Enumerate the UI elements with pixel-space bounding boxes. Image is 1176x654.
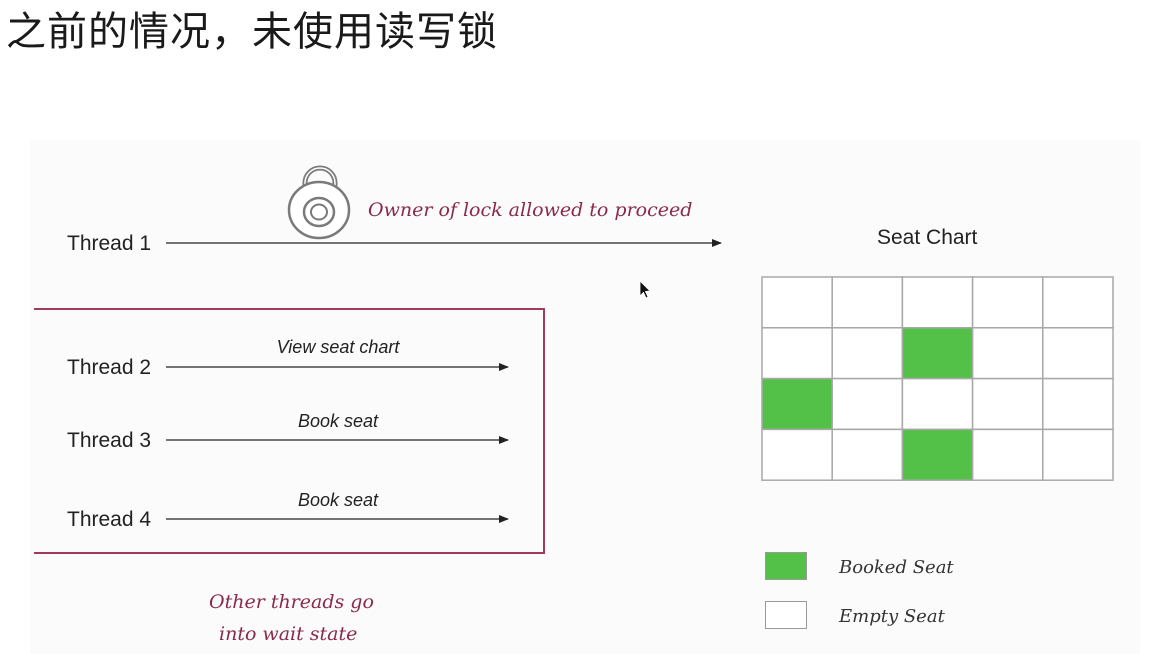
seat-empty-r2-c1: [831, 377, 904, 431]
diagram-canvas: [34, 165, 1114, 554]
seat-booked-r1-c2: [901, 327, 974, 380]
seat-grid: [761, 276, 1114, 481]
lock-owner-annotation: Owner of lock allowed to proceed: [368, 199, 693, 221]
mouse-cursor-icon: [639, 280, 651, 299]
seat-empty-r3-c1: [831, 428, 904, 481]
thread-2-action: View seat chart: [276, 337, 400, 357]
seat-empty-r0-c4: [1042, 276, 1114, 329]
lock-icon: [287, 165, 351, 240]
thread-4-action: Book seat: [297, 490, 379, 510]
seat-chart-title: Seat Chart: [877, 226, 978, 249]
seat-empty-r1-c0: [761, 327, 833, 380]
legend-booked-label: Booked Seat: [839, 557, 954, 578]
seat-empty-r3-c0: [761, 428, 833, 481]
legend-empty-swatch: [765, 601, 807, 629]
seat-empty-r2-c3: [971, 377, 1044, 431]
seat-empty-r0-c1: [831, 276, 904, 329]
thread-2-label: Thread 2: [67, 356, 152, 379]
seat-empty-r0-c0: [761, 276, 833, 329]
thread-3-action: Book seat: [297, 411, 379, 431]
wait-state-annotation-line-2: into wait state: [219, 623, 358, 645]
thread-4-label: Thread 4: [67, 508, 152, 531]
seat-empty-r1-c4: [1042, 327, 1114, 380]
legend-empty-label: Empty Seat: [839, 606, 945, 627]
seat-empty-r3-c3: [971, 428, 1044, 481]
wait-state-annotation-line-1: Other threads go: [209, 591, 374, 613]
legend-booked-swatch: [765, 552, 807, 580]
seat-empty-r0-c3: [971, 276, 1044, 329]
thread-1-label: Thread 1: [67, 232, 152, 255]
seat-empty-r2-c2: [901, 377, 974, 431]
seat-empty-r1-c3: [971, 327, 1044, 380]
thread-3-label: Thread 3: [67, 429, 152, 452]
seat-empty-r0-c2: [901, 276, 974, 329]
seat-booked-r2-c0: [761, 377, 833, 431]
seat-empty-r3-c4: [1042, 428, 1114, 481]
seat-empty-r1-c1: [831, 327, 904, 380]
seat-booked-r3-c2: [901, 428, 974, 481]
seat-empty-r2-c4: [1042, 377, 1114, 431]
